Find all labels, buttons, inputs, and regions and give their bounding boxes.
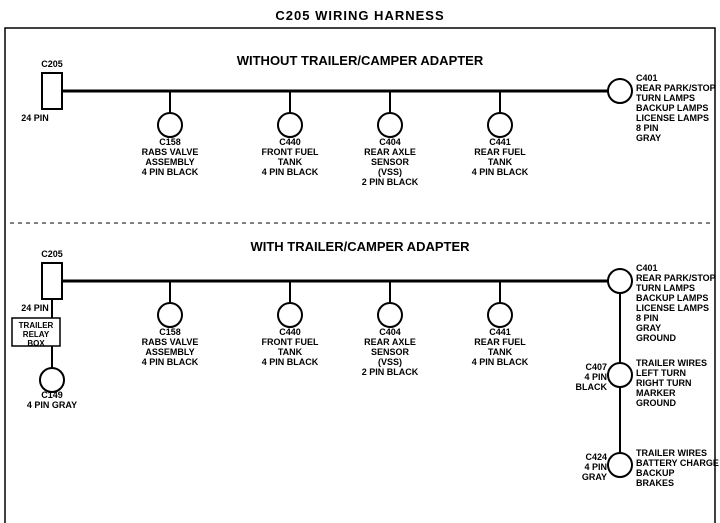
svg-text:C404: C404 (379, 327, 401, 337)
svg-text:4 PIN BLACK: 4 PIN BLACK (262, 167, 319, 177)
svg-text:4 PIN BLACK: 4 PIN BLACK (262, 357, 319, 367)
svg-text:C407: C407 (585, 362, 607, 372)
svg-text:TANK: TANK (488, 157, 513, 167)
svg-text:WITHOUT TRAILER/CAMPER ADAPT: WITHOUT TRAILER/CAMPER ADAPTER (237, 53, 484, 68)
svg-text:C404: C404 (379, 137, 401, 147)
svg-text:TANK: TANK (488, 347, 513, 357)
svg-text:C441: C441 (489, 137, 511, 147)
svg-text:LICENSE LAMPS: LICENSE LAMPS (636, 303, 709, 313)
svg-text:REAR AXLE: REAR AXLE (364, 337, 416, 347)
svg-text:4 PIN BLACK: 4 PIN BLACK (472, 167, 529, 177)
svg-text:REAR PARK/STOP: REAR PARK/STOP (636, 83, 716, 93)
svg-text:C158: C158 (159, 327, 181, 337)
svg-text:GRAY: GRAY (636, 133, 661, 143)
svg-text:FRONT FUEL: FRONT FUEL (262, 147, 319, 157)
svg-text:C158: C158 (159, 137, 181, 147)
svg-text:BACKUP LAMPS: BACKUP LAMPS (636, 293, 708, 303)
svg-text:C440: C440 (279, 137, 301, 147)
svg-text:C401: C401 (636, 73, 658, 83)
svg-text:C440: C440 (279, 327, 301, 337)
svg-text:SENSOR: SENSOR (371, 347, 410, 357)
svg-text:24 PIN: 24 PIN (21, 303, 49, 313)
svg-text:TURN LAMPS: TURN LAMPS (636, 283, 695, 293)
page-title: C205 WIRING HARNESS (0, 0, 720, 23)
svg-text:TANK: TANK (278, 157, 303, 167)
svg-text:LICENSE LAMPS: LICENSE LAMPS (636, 113, 709, 123)
svg-text:TRAILER: TRAILER (19, 321, 54, 330)
svg-text:FRONT FUEL: FRONT FUEL (262, 337, 319, 347)
svg-text:BATTERY CHARGE: BATTERY CHARGE (636, 458, 719, 468)
svg-text:TRAILER WIRES: TRAILER WIRES (636, 448, 707, 458)
svg-text:WITH TRAILER/CAMPER ADAPTER: WITH TRAILER/CAMPER ADAPTER (250, 239, 470, 254)
svg-text:REAR PARK/STOP: REAR PARK/STOP (636, 273, 716, 283)
svg-text:C205: C205 (41, 59, 63, 69)
svg-text:2 PIN BLACK: 2 PIN BLACK (362, 177, 419, 187)
svg-text:TRAILER WIRES: TRAILER WIRES (636, 358, 707, 368)
svg-text:REAR FUEL: REAR FUEL (474, 337, 526, 347)
svg-text:TURN LAMPS: TURN LAMPS (636, 93, 695, 103)
svg-text:C441: C441 (489, 327, 511, 337)
svg-text:RIGHT TURN: RIGHT TURN (636, 378, 692, 388)
svg-text:(VSS): (VSS) (378, 357, 402, 367)
svg-text:4 PIN BLACK: 4 PIN BLACK (142, 357, 199, 367)
svg-text:REAR AXLE: REAR AXLE (364, 147, 416, 157)
svg-text:4 PIN BLACK: 4 PIN BLACK (472, 357, 529, 367)
svg-text:BACKUP LAMPS: BACKUP LAMPS (636, 103, 708, 113)
svg-text:BRAKES: BRAKES (636, 478, 674, 488)
svg-text:4 PIN GRAY: 4 PIN GRAY (27, 400, 77, 410)
svg-text:2 PIN BLACK: 2 PIN BLACK (362, 367, 419, 377)
svg-text:MARKER: MARKER (636, 388, 676, 398)
svg-text:C149: C149 (41, 390, 63, 400)
svg-text:8 PIN: 8 PIN (636, 313, 659, 323)
svg-text:(VSS): (VSS) (378, 167, 402, 177)
svg-text:GRAY: GRAY (582, 472, 607, 482)
svg-text:GRAY: GRAY (636, 323, 661, 333)
svg-text:GROUND: GROUND (636, 398, 676, 408)
svg-text:C424: C424 (585, 452, 607, 462)
svg-text:REAR FUEL: REAR FUEL (474, 147, 526, 157)
svg-text:BOX: BOX (27, 339, 45, 348)
svg-text:RABS VALVE: RABS VALVE (142, 147, 199, 157)
svg-text:BLACK: BLACK (576, 382, 608, 392)
svg-text:RABS VALVE: RABS VALVE (142, 337, 199, 347)
svg-text:ASSEMBLY: ASSEMBLY (145, 157, 194, 167)
svg-text:LEFT TURN: LEFT TURN (636, 368, 686, 378)
svg-text:24 PIN: 24 PIN (21, 113, 49, 123)
svg-text:8 PIN: 8 PIN (636, 123, 659, 133)
svg-text:C205: C205 (41, 249, 63, 259)
svg-text:GROUND: GROUND (636, 333, 676, 343)
svg-text:C401: C401 (636, 263, 658, 273)
svg-text:4 PIN: 4 PIN (584, 462, 607, 472)
svg-text:4 PIN: 4 PIN (584, 372, 607, 382)
svg-text:RELAY: RELAY (23, 330, 50, 339)
svg-text:4 PIN BLACK: 4 PIN BLACK (142, 167, 199, 177)
svg-text:TANK: TANK (278, 347, 303, 357)
diagram-container: WITHOUT TRAILER/CAMPER ADAPTER C205 24 P… (0, 23, 720, 523)
svg-text:SENSOR: SENSOR (371, 157, 410, 167)
svg-text:ASSEMBLY: ASSEMBLY (145, 347, 194, 357)
svg-text:BACKUP: BACKUP (636, 468, 675, 478)
